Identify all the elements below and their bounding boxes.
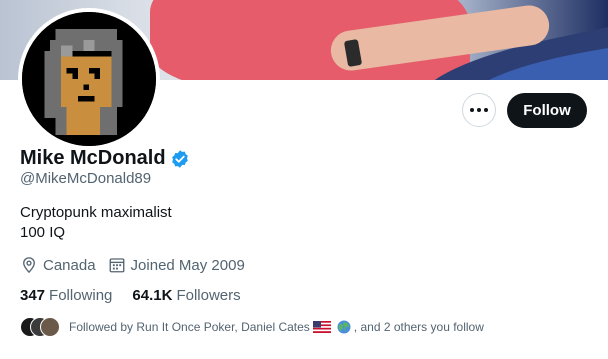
- follow-button[interactable]: Follow: [507, 93, 587, 128]
- more-dots-icon: [470, 108, 474, 112]
- calendar-icon: [109, 258, 124, 273]
- location-pin-icon: [23, 257, 35, 274]
- followed-by-prefix: Followed by Run It Once Poker,: [69, 320, 238, 334]
- follower-avatars: [20, 317, 60, 337]
- bio-line: 100 IQ: [20, 224, 66, 241]
- globe-icon: [337, 320, 351, 334]
- profile-name-row: Mike McDonald: [20, 147, 190, 170]
- profile-bio: Cryptopunk maximalist 100 IQ: [20, 203, 172, 243]
- followed-by-text: Followed by Run It Once Poker, Daniel Ca…: [69, 320, 484, 334]
- following-count: 347: [20, 287, 46, 304]
- profile-meta: Canada Joined May 2009: [20, 256, 257, 274]
- verified-badge-icon[interactable]: [170, 149, 190, 169]
- profile-name: Mike McDonald: [20, 147, 166, 169]
- profile-handle: @MikeMcDonald89: [20, 170, 152, 187]
- followers-label: Followers: [176, 287, 241, 304]
- location-item: Canada: [20, 256, 96, 274]
- joined-item: Joined May 2009: [108, 256, 245, 274]
- joined-text: Joined May 2009: [130, 256, 245, 274]
- following-link[interactable]: 347 Following: [20, 287, 112, 304]
- followed-by-row[interactable]: Followed by Run It Once Poker, Daniel Ca…: [20, 317, 484, 337]
- profile-avatar[interactable]: [18, 8, 160, 150]
- followed-by-name: Daniel Cates: [241, 320, 310, 334]
- more-options-button[interactable]: [462, 93, 496, 127]
- following-label: Following: [49, 287, 113, 304]
- followed-by-suffix: , and 2 others you follow: [353, 320, 484, 334]
- followers-link[interactable]: 64.1K Followers: [132, 287, 240, 304]
- more-dots-icon: [484, 108, 488, 112]
- location-text: Canada: [43, 256, 96, 274]
- follower-avatar: [40, 317, 60, 337]
- bio-line: Cryptopunk maximalist: [20, 204, 172, 221]
- cryptopunk-avatar-icon: [22, 12, 156, 146]
- more-dots-icon: [477, 108, 481, 112]
- profile-stats: 347 Following 64.1K Followers: [20, 287, 261, 304]
- flag-us-icon: [312, 321, 331, 333]
- followers-count: 64.1K: [132, 287, 173, 304]
